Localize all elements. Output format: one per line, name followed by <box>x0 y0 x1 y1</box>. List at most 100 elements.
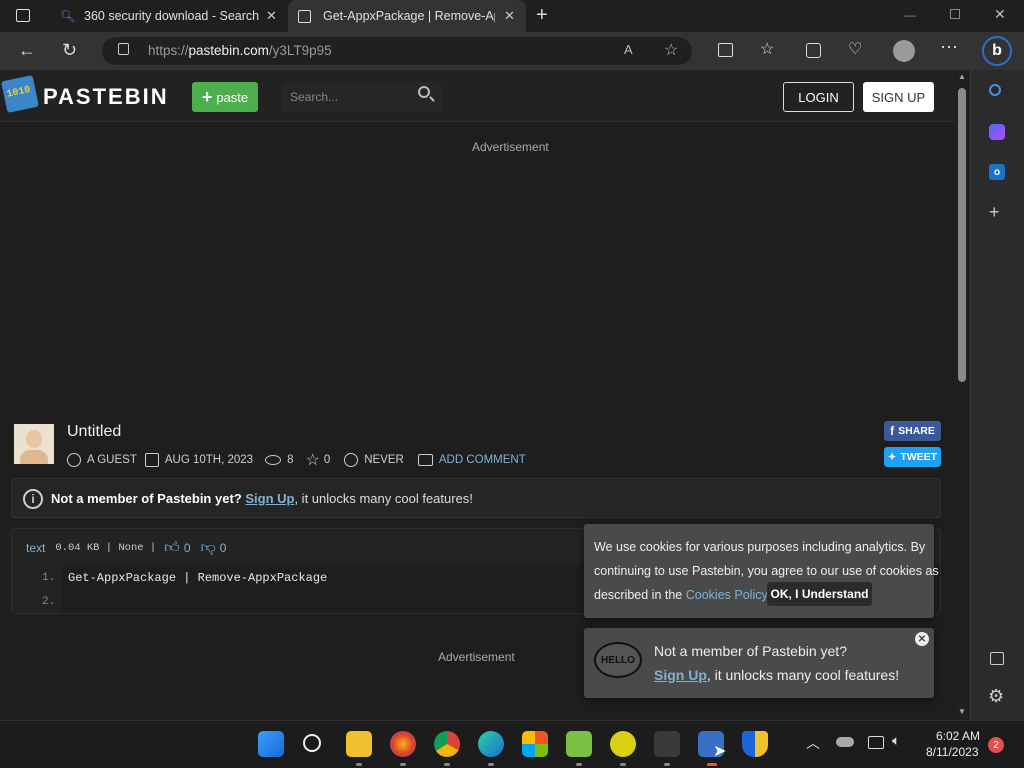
pastebin-favicon-icon <box>298 10 311 23</box>
windows-start-icon[interactable] <box>258 731 284 757</box>
mouse-cursor-icon: ➤ <box>713 743 727 760</box>
close-icon[interactable]: ✕ <box>504 8 515 24</box>
running-indicator <box>576 763 582 766</box>
page-scrollbar[interactable]: ▲ ▼ <box>954 70 970 720</box>
new-paste-button[interactable]: + paste <box>192 82 258 112</box>
avatar <box>14 424 54 464</box>
hello-badge-icon: HELLO <box>594 642 642 678</box>
pastebin-header: 1010 PASTEBIN + paste Search... LOGIN SI… <box>0 70 954 122</box>
hello-signup-link[interactable]: Sign Up <box>654 667 707 683</box>
paste-views: 8 <box>287 454 294 466</box>
file-explorer-icon[interactable] <box>346 731 372 757</box>
cookie-text: described in the Cookies Policy. <box>594 588 770 602</box>
split-screen-icon[interactable] <box>718 43 733 57</box>
calendar-icon <box>144 453 159 467</box>
chevron-up-icon[interactable]: ︿ <box>806 733 820 753</box>
sidebar-toggle-icon[interactable] <box>990 652 1004 665</box>
chrome-icon[interactable] <box>434 731 460 757</box>
back-icon[interactable]: ← <box>18 40 36 61</box>
tab-actions-icon[interactable] <box>16 9 30 22</box>
twitter-icon: ✦ <box>887 451 897 463</box>
clock-time[interactable]: 6:02 AM <box>936 729 980 743</box>
security-shield-icon[interactable] <box>742 731 768 757</box>
address-field[interactable]: https://pastebin.com/y3LT9p95 A ☆ <box>102 37 692 65</box>
browser-tabbar: 🔍︎ 360 security download - Search ✕ Get-… <box>0 0 1024 32</box>
search-icon[interactable] <box>303 734 321 752</box>
plus-icon: + <box>201 86 213 107</box>
search-input[interactable]: Search... <box>282 82 442 112</box>
close-icon[interactable]: ✕ <box>915 632 929 646</box>
scroll-thumb[interactable] <box>958 88 966 382</box>
bing-copilot-icon[interactable]: b <box>982 36 1012 66</box>
cookie-ok-button[interactable]: OK, I Understand <box>767 582 872 606</box>
signup-notice: i Not a member of Pastebin yet? Sign Up,… <box>11 478 941 518</box>
restore-icon[interactable] <box>950 9 960 19</box>
tab-search[interactable]: 🔍︎ 360 security download - Search ✕ <box>48 0 286 32</box>
plus-app-icon[interactable] <box>610 731 636 757</box>
copilot-icon[interactable] <box>989 124 1005 140</box>
collections-icon[interactable] <box>806 43 821 58</box>
notice-text: Not a member of Pastebin yet? Sign Up, i… <box>51 491 473 506</box>
cookies-policy-link[interactable]: Cookies Policy <box>686 588 767 602</box>
more-icon[interactable]: ⋯ <box>940 37 958 58</box>
health-icon[interactable]: ♡ <box>848 39 862 59</box>
scroll-up-icon[interactable]: ▲ <box>958 72 966 81</box>
paste-title: Untitled <box>67 423 122 440</box>
profile-avatar[interactable] <box>893 40 915 62</box>
search-icon: 🔍︎ <box>60 9 76 23</box>
advertisement-label: Advertisement <box>472 140 549 154</box>
twitter-tweet-button[interactable]: ✦ TWEET <box>884 447 941 467</box>
pastebin-logo-icon[interactable]: 1010 <box>1 75 39 113</box>
add-icon[interactable]: + <box>989 202 1000 223</box>
paste-date: AUG 10TH, 2023 <box>164 454 254 466</box>
volume-icon[interactable]: 🔈︎ <box>892 732 900 749</box>
store-icon[interactable] <box>522 731 548 757</box>
thumbs-down-icon[interactable]: 👎︎ <box>201 539 216 557</box>
network-icon[interactable] <box>868 736 884 749</box>
login-button[interactable]: LOGIN <box>783 82 854 112</box>
facebook-share-button[interactable]: f SHARE <box>884 421 941 441</box>
code-info-bar: text 0.04 KB | None | 👍︎ 0 👎︎ 0 <box>26 539 226 557</box>
timer-icon <box>344 453 359 467</box>
add-comment-link[interactable]: ADD COMMENT <box>439 454 526 466</box>
cookie-text: continuing to use Pastebin, you agree to… <box>594 564 939 578</box>
read-aloud-icon[interactable]: A <box>624 42 633 57</box>
dislike-count: 0 <box>219 541 227 555</box>
tab-pastebin[interactable]: Get-AppxPackage | Remove-AppxPackage ✕ <box>288 0 526 32</box>
running-indicator <box>400 763 406 766</box>
cookie-consent-popup: We use cookies for various purposes incl… <box>584 524 939 618</box>
clock-date[interactable]: 8/11/2023 <box>926 745 979 759</box>
notepad-icon[interactable] <box>566 731 592 757</box>
refresh-icon[interactable]: ↻ <box>62 40 77 61</box>
browser-toolbar: ← ↻ https://pastebin.com/y3LT9p95 A ☆ ☆ … <box>0 32 1024 70</box>
paste-stars: 0 <box>323 454 331 466</box>
paste-meta: A GUEST AUG 10TH, 2023 8 ☆ 0 NEVER ADD C… <box>67 450 526 470</box>
facebook-icon: f <box>890 424 895 438</box>
cloud-icon[interactable] <box>836 737 854 747</box>
firefox-icon[interactable] <box>390 731 416 757</box>
minimize-icon[interactable]: — <box>904 8 916 22</box>
eye-icon <box>265 455 282 465</box>
close-icon[interactable]: ✕ <box>266 8 277 24</box>
signup-button[interactable]: SIGN UP <box>863 82 934 112</box>
thumbs-up-icon[interactable]: 👍︎ <box>164 539 180 557</box>
web-page: 1010 PASTEBIN + paste Search... LOGIN SI… <box>0 70 954 720</box>
paint-icon[interactable] <box>654 731 680 757</box>
gear-icon[interactable]: ⚙ <box>988 686 1004 707</box>
edge-icon[interactable] <box>478 731 504 757</box>
pastebin-logo-text[interactable]: PASTEBIN <box>43 84 169 110</box>
paste-author[interactable]: A GUEST <box>87 454 137 466</box>
close-window-icon[interactable]: ✕ <box>994 6 1006 23</box>
new-tab-icon[interactable]: + <box>536 4 548 27</box>
search-icon[interactable] <box>418 86 430 98</box>
line-number: 1. <box>42 572 56 584</box>
favorite-star-icon[interactable]: ☆ <box>664 40 678 60</box>
favorites-icon[interactable]: ☆ <box>760 39 774 59</box>
scroll-down-icon[interactable]: ▼ <box>958 707 966 716</box>
notification-badge[interactable]: 2 <box>988 737 1004 753</box>
search-icon[interactable] <box>989 84 1001 96</box>
star-icon[interactable]: ☆ <box>305 450 319 470</box>
outlook-icon[interactable]: o <box>989 164 1005 180</box>
signup-link[interactable]: Sign Up <box>245 491 294 506</box>
syntax-link[interactable]: text <box>26 541 45 555</box>
